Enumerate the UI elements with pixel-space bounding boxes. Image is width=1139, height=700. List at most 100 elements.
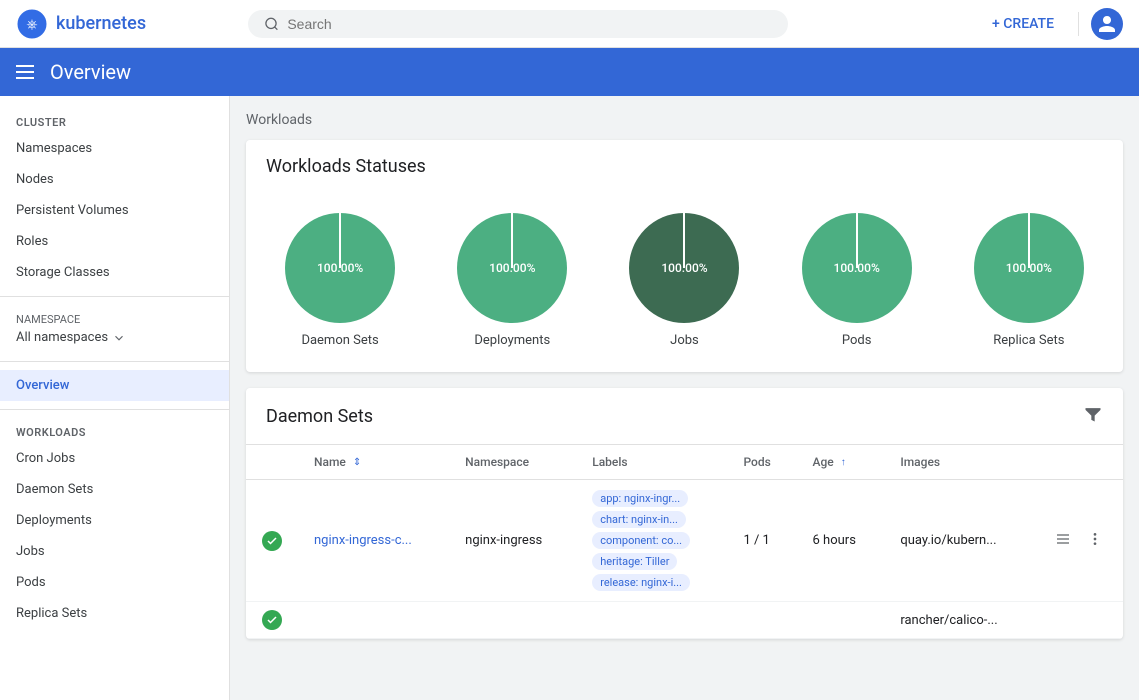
logs-icon [1055,531,1071,547]
sidebar-item-storage-classes[interactable]: Storage Classes [0,257,229,288]
row1-labels: app: nginx-ingr... chart: nginx-in... co… [592,488,711,593]
sidebar-item-persistent-volumes[interactable]: Persistent Volumes [0,195,229,226]
topbar-actions: + CREATE [980,8,1123,40]
topbar: ⎈ kubernetes + CREATE [0,0,1139,48]
workload-statuses-card: Workloads Statuses 100.00% Daemon Sets [246,140,1123,372]
divider [1078,12,1079,36]
filter-svg [1083,404,1103,424]
search-input[interactable] [287,16,772,32]
sidebar-item-nodes[interactable]: Nodes [0,164,229,195]
row2-labels-cell [576,602,727,639]
th-age[interactable]: Age [797,445,885,480]
table-header-row: Name Namespace Labels Pods [246,445,1123,480]
view-logs-button[interactable] [1051,527,1075,555]
main-content: Workloads Workloads Statuses 100.00% Dae… [230,96,1139,700]
th-namespace: Namespace [449,445,576,480]
svg-text:⎈: ⎈ [26,17,37,33]
row2-images-cell: rancher/calico-... [884,602,1035,639]
success-icon [262,610,282,630]
row1-labels-cell: app: nginx-ingr... chart: nginx-in... co… [576,480,727,602]
pie-pods: 100.00% [802,213,912,323]
daemon-sets-table: Name Namespace Labels Pods [246,445,1123,639]
filter-icon[interactable] [1083,404,1103,428]
pie-daemon-sets: 100.00% [285,213,395,323]
th-labels: Labels [576,445,727,480]
th-pods: Pods [727,445,796,480]
table-row: nginx-ingress-c... nginx-ingress app: ng… [246,480,1123,602]
row2-name-cell [298,602,449,639]
status-daemon-sets-label: Daemon Sets [301,333,378,348]
more-icon [1087,531,1103,547]
sidebar-item-namespaces[interactable]: Namespaces [0,133,229,164]
sidebar-divider-1 [0,296,229,297]
status-replica-sets: 100.00% Replica Sets [974,213,1084,348]
row1-name-cell: nginx-ingress-c... [298,480,449,602]
statuses-row: 100.00% Daemon Sets 100.00% Deployments [246,193,1123,372]
label-chip: app: nginx-ingr... [592,490,688,507]
header-bar: Overview [0,48,1139,96]
status-pods: 100.00% Pods [802,213,912,348]
name-sort-icon [353,457,361,468]
status-jobs-label: Jobs [670,333,699,348]
th-name[interactable]: Name [298,445,449,480]
daemon-sets-table-section: Name Namespace Labels Pods [246,445,1123,639]
pie-pods-pct: 100.00% [834,261,880,275]
statuses-title: Workloads Statuses [266,156,426,177]
sidebar-item-daemon-sets[interactable]: Daemon Sets [0,474,229,505]
sidebar-item-overview[interactable]: Overview [0,370,229,401]
sidebar-divider-2 [0,361,229,362]
th-status [246,445,298,480]
row1-age-cell: 6 hours [797,480,885,602]
label-chip: heritage: Tiller [592,553,677,570]
cluster-section-label: Cluster [0,108,229,133]
status-deployments-label: Deployments [474,333,550,348]
sidebar: Cluster Namespaces Nodes Persistent Volu… [0,96,230,700]
table-body: nginx-ingress-c... nginx-ingress app: ng… [246,480,1123,639]
pie-jobs: 100.00% [629,213,739,323]
check-icon [266,614,278,626]
sidebar-item-replica-sets[interactable]: Replica Sets [0,598,229,629]
avatar[interactable] [1091,8,1123,40]
header-title: Overview [50,60,131,84]
sidebar-divider-3 [0,409,229,410]
row2-namespace-cell [449,602,576,639]
th-actions [1035,445,1123,480]
row2-age-cell [797,602,885,639]
table-head: Name Namespace Labels Pods [246,445,1123,480]
check-icon [266,535,278,547]
namespace-dropdown[interactable]: All namespaces [16,330,213,345]
row1-namespace-cell: nginx-ingress [449,480,576,602]
label-chip: chart: nginx-in... [592,511,686,528]
status-daemon-sets: 100.00% Daemon Sets [285,213,395,348]
statuses-card-header: Workloads Statuses [246,140,1123,193]
status-pods-label: Pods [842,333,872,348]
search-bar [248,10,788,38]
page-label: Workloads [246,112,1123,128]
sidebar-item-pods[interactable]: Pods [0,567,229,598]
row1-pods-cell: 1 / 1 [727,480,796,602]
menu-button[interactable] [16,65,34,79]
app-body: Cluster Namespaces Nodes Persistent Volu… [0,96,1139,700]
sidebar-item-cron-jobs[interactable]: Cron Jobs [0,443,229,474]
row1-images-cell: quay.io/kubern... [884,480,1035,602]
row1-actions [1051,527,1107,555]
search-icon [264,16,279,32]
more-actions-button[interactable] [1083,527,1107,555]
success-icon [262,531,282,551]
daemon-sets-card: Daemon Sets Name [246,388,1123,639]
sidebar-item-deployments[interactable]: Deployments [0,505,229,536]
logo-text: kubernetes [56,13,146,34]
chevron-down-icon [112,331,126,345]
create-button[interactable]: + CREATE [980,8,1066,40]
row1-name-link[interactable]: nginx-ingress-c... [314,533,412,548]
workloads-section-label: Workloads [0,418,229,443]
status-deployments: 100.00% Deployments [457,213,567,348]
row1-status-cell [246,480,298,602]
pie-replica-sets: 100.00% [974,213,1084,323]
pie-deployments: 100.00% [457,213,567,323]
sidebar-item-jobs[interactable]: Jobs [0,536,229,567]
row2-status-cell [246,602,298,639]
sidebar-item-roles[interactable]: Roles [0,226,229,257]
namespace-label: Namespace [16,313,213,326]
logo[interactable]: ⎈ kubernetes [16,8,146,40]
